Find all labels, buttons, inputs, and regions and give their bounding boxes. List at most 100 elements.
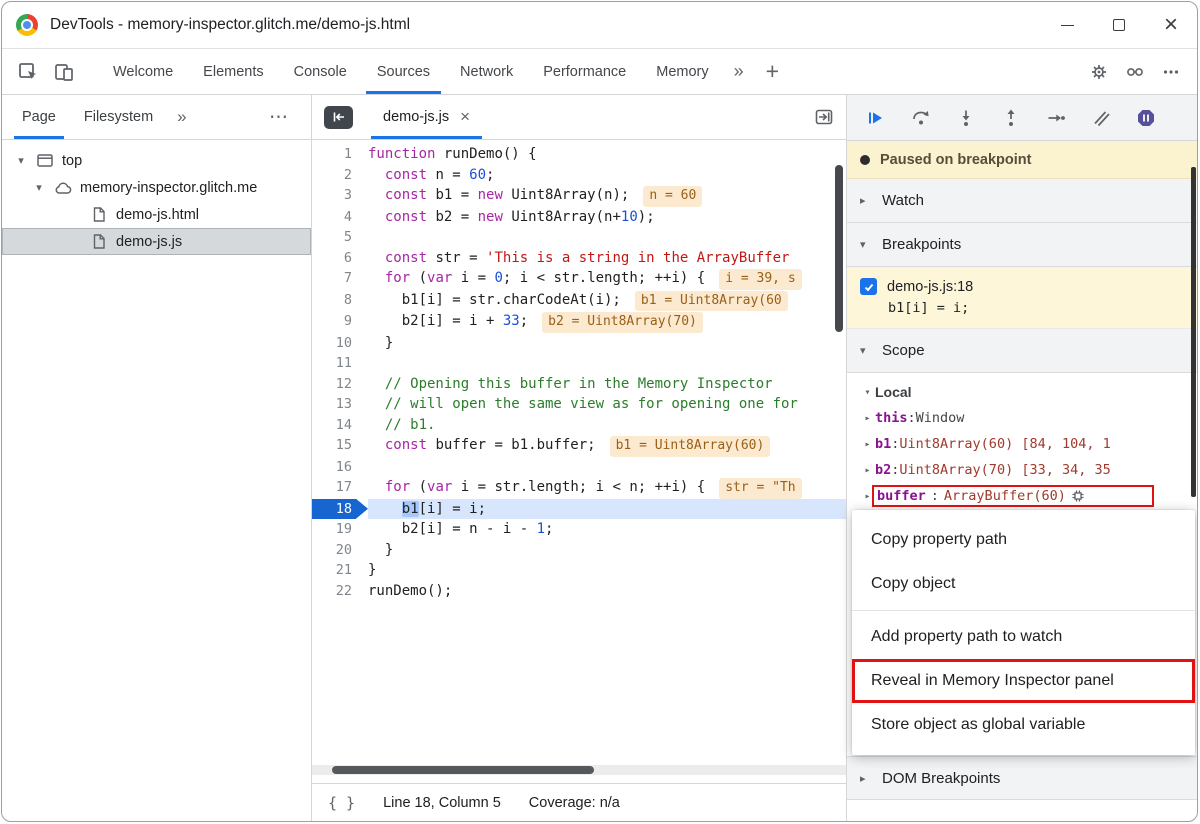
line-number-gutter[interactable]: 17: [312, 477, 368, 499]
step-over-button[interactable]: [910, 107, 932, 129]
scope-section-header[interactable]: ▾ Scope: [847, 329, 1197, 373]
breakpoint-entry[interactable]: demo-js.js:18 b1[i] = i;: [847, 267, 1197, 329]
scope-entry-b2[interactable]: ▸b2: Uint8Array(70) [33, 34, 35: [847, 457, 1197, 483]
line-number-gutter[interactable]: 20: [312, 540, 368, 561]
code-line-4[interactable]: 4 const b2 = new Uint8Array(n+10);: [312, 207, 846, 228]
code-line-13[interactable]: 13 // will open the same view as for ope…: [312, 394, 846, 415]
tab-network[interactable]: Network: [445, 49, 528, 94]
settings-gear-button[interactable]: [1081, 49, 1117, 94]
code-line-14[interactable]: 14 // b1.: [312, 415, 846, 436]
disclosure-triangle-icon[interactable]: ▾: [14, 154, 28, 167]
menu-item-copy-property-path[interactable]: Copy property path: [852, 518, 1195, 562]
tab-console[interactable]: Console: [279, 49, 362, 94]
menu-item-add-property-path-to-watch[interactable]: Add property path to watch: [852, 615, 1195, 659]
menu-item-store-object-as-global-variable[interactable]: Store object as global variable: [852, 703, 1195, 747]
code-line-21[interactable]: 21}: [312, 560, 846, 581]
line-number-gutter[interactable]: 22: [312, 581, 368, 602]
hide-navigator-button[interactable]: [324, 106, 353, 129]
breakpoints-section-header[interactable]: ▾ Breakpoints: [847, 223, 1197, 267]
device-toolbar-button[interactable]: [46, 49, 82, 94]
code-line-6[interactable]: 6 const str = 'This is a string in the A…: [312, 248, 846, 269]
menu-item-reveal-in-memory-inspector-panel[interactable]: Reveal in Memory Inspector panel: [852, 659, 1195, 703]
line-number-gutter[interactable]: 18: [312, 499, 368, 520]
code-line-22[interactable]: 22runDemo();: [312, 581, 846, 602]
code-line-1[interactable]: 1function runDemo() {: [312, 144, 846, 165]
scope-entry-buffer[interactable]: ▸buffer: ArrayBuffer(60): [847, 483, 1197, 509]
code-line-10[interactable]: 10 }: [312, 333, 846, 354]
scope-entry-b1[interactable]: ▸b1: Uint8Array(60) [84, 104, 1: [847, 431, 1197, 457]
code-line-8[interactable]: 8 b1[i] = str.charCodeAt(i);b1 = Uint8Ar…: [312, 290, 846, 312]
editor-tab-demo-js[interactable]: demo-js.js ×: [369, 95, 484, 139]
line-number-gutter[interactable]: 19: [312, 519, 368, 540]
sidebar-vertical-scrollbar[interactable]: [1191, 167, 1196, 497]
code-line-20[interactable]: 20 }: [312, 540, 846, 561]
tab-welcome[interactable]: Welcome: [98, 49, 188, 94]
more-panels-button[interactable]: »: [724, 49, 754, 94]
scope-group-local[interactable]: ▾Local: [847, 379, 1197, 405]
inspect-button[interactable]: [10, 49, 46, 94]
step-button[interactable]: [1045, 107, 1067, 129]
code-line-16[interactable]: 16: [312, 457, 846, 478]
sidebar-tab-filesystem[interactable]: Filesystem: [70, 95, 167, 139]
code-line-11[interactable]: 11: [312, 353, 846, 374]
line-number-gutter[interactable]: 11: [312, 353, 368, 374]
tab-memory[interactable]: Memory: [641, 49, 723, 94]
move-to-panel-button[interactable]: [814, 108, 834, 126]
code-line-12[interactable]: 12 // Opening this buffer in the Memory …: [312, 374, 846, 395]
line-number-gutter[interactable]: 4: [312, 207, 368, 228]
watch-section-header[interactable]: ▸ Watch: [847, 179, 1197, 223]
more-options-button[interactable]: [1153, 49, 1189, 94]
code-line-5[interactable]: 5: [312, 227, 846, 248]
breakpoint-checkbox[interactable]: [860, 278, 877, 295]
code-line-3[interactable]: 3 const b1 = new Uint8Array(n);n = 60: [312, 185, 846, 207]
resume-button[interactable]: [865, 107, 887, 129]
code-line-2[interactable]: 2 const n = 60;: [312, 165, 846, 186]
menu-item-copy-object[interactable]: Copy object: [852, 562, 1195, 606]
code-line-17[interactable]: 17 for (var i = str.length; i < n; ++i) …: [312, 477, 846, 499]
step-out-button[interactable]: [1000, 107, 1022, 129]
add-panel-button[interactable]: +: [754, 49, 791, 94]
pause-on-exceptions-button[interactable]: [1135, 107, 1157, 129]
step-into-button[interactable]: [955, 107, 977, 129]
minimize-button[interactable]: [1041, 2, 1093, 48]
dom-breakpoints-section-header[interactable]: ▸ DOM Breakpoints: [847, 756, 1197, 800]
line-number-gutter[interactable]: 3: [312, 185, 368, 207]
editor-vertical-scrollbar[interactable]: [835, 165, 843, 332]
line-number-gutter[interactable]: 2: [312, 165, 368, 186]
code-area[interactable]: 1function runDemo() {2 const n = 60;3 co…: [312, 141, 846, 765]
code-line-9[interactable]: 9 b2[i] = i + 33;b2 = Uint8Array(70): [312, 311, 846, 333]
close-tab-icon[interactable]: ×: [460, 107, 470, 127]
scope-entry-this[interactable]: ▸this: Window: [847, 405, 1197, 431]
tree-item-demo-js-js[interactable]: demo-js.js: [2, 228, 311, 255]
line-number-gutter[interactable]: 10: [312, 333, 368, 354]
code-line-19[interactable]: 19 b2[i] = n - i - 1;: [312, 519, 846, 540]
line-number-gutter[interactable]: 5: [312, 227, 368, 248]
sidebar-tab-page[interactable]: Page: [8, 95, 70, 139]
pretty-print-icon[interactable]: { }: [328, 794, 355, 812]
code-line-15[interactable]: 15 const buffer = b1.buffer;b1 = Uint8Ar…: [312, 435, 846, 457]
disclosure-triangle-icon[interactable]: ▾: [32, 181, 46, 194]
navigator-overflow-menu-button[interactable]: ⋯: [269, 95, 289, 139]
line-number-gutter[interactable]: 8: [312, 290, 368, 312]
code-line-7[interactable]: 7 for (var i = 0; i < str.length; ++i) {…: [312, 268, 846, 290]
line-number-gutter[interactable]: 14: [312, 415, 368, 436]
tab-sources[interactable]: Sources: [362, 49, 445, 94]
line-number-gutter[interactable]: 21: [312, 560, 368, 581]
tree-item-top[interactable]: ▾top: [2, 147, 311, 174]
code-line-18[interactable]: 18 b1[i] = i;: [312, 499, 846, 520]
navigator-more-tabs-button[interactable]: »: [167, 95, 196, 139]
line-number-gutter[interactable]: 9: [312, 311, 368, 333]
maximize-button[interactable]: [1093, 2, 1145, 48]
close-button[interactable]: ×: [1145, 2, 1197, 48]
line-number-gutter[interactable]: 6: [312, 248, 368, 269]
line-number-gutter[interactable]: 16: [312, 457, 368, 478]
editor-horizontal-scrollbar[interactable]: [312, 765, 846, 775]
devtools-extra-button[interactable]: [1117, 49, 1153, 94]
horizontal-scroll-thumb[interactable]: [332, 766, 594, 774]
line-number-gutter[interactable]: 12: [312, 374, 368, 395]
line-number-gutter[interactable]: 13: [312, 394, 368, 415]
tab-elements[interactable]: Elements: [188, 49, 278, 94]
line-number-gutter[interactable]: 15: [312, 435, 368, 457]
line-number-gutter[interactable]: 7: [312, 268, 368, 290]
tree-item-memory-inspector-glitch-me[interactable]: ▾memory-inspector.glitch.me: [2, 174, 311, 201]
